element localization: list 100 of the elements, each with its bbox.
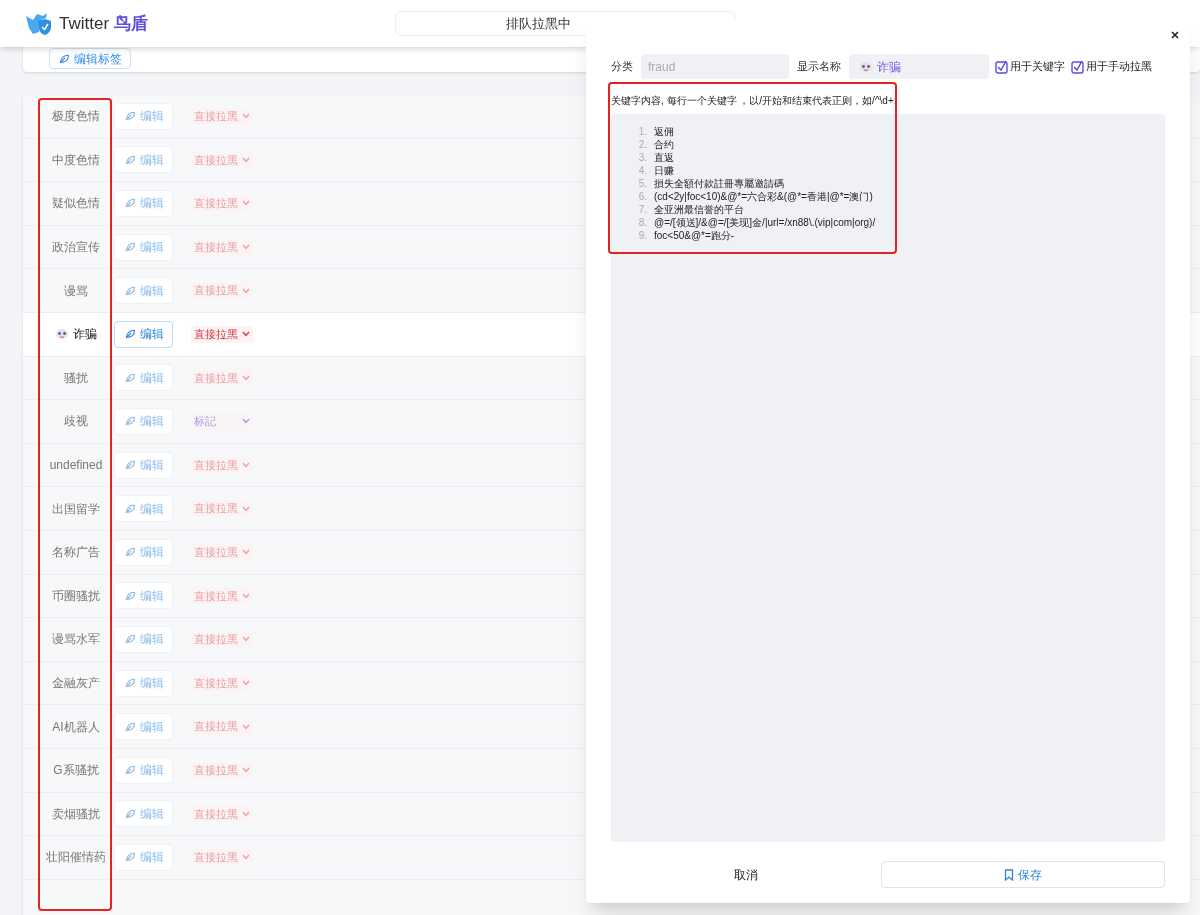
caret-icon [242,156,250,163]
leaf-icon [123,328,136,341]
edit-button[interactable]: 编辑 [114,146,173,174]
action-dropdown[interactable]: 直接拉黑 [191,107,253,125]
caret-icon [242,287,250,294]
action-dropdown[interactable]: 直接拉黑 [191,369,253,387]
edit-button[interactable]: 编辑 [114,233,173,261]
line-number: 9. [637,229,647,242]
leaf-icon [123,546,136,559]
leaf-icon [123,241,136,254]
action-dropdown[interactable]: 直接拉黑 [191,282,253,300]
leaf-icon [123,851,136,864]
edit-button[interactable]: 编辑 [114,190,173,217]
action-dropdown[interactable]: 标記 [191,412,253,430]
caret-icon [242,113,250,120]
edit-button[interactable]: 编辑 [114,102,173,130]
category-label: 疑似色情 [52,195,100,213]
action-dropdown[interactable]: 直接拉黑 [191,195,253,212]
leaf-icon [123,589,136,602]
category-label: 政治宣传 [52,239,100,257]
leaf-icon [123,110,136,123]
category-label: 谩骂水军 [52,631,100,649]
caret-icon [242,810,250,817]
edit-tags-button[interactable]: 编辑标签 [49,48,131,69]
action-dropdown[interactable]: 直接拉黑 [191,718,253,736]
leaf-icon [123,371,136,384]
checkbox[interactable] [995,59,1008,74]
action-dropdown[interactable]: 直接拉黑 [191,500,253,518]
keyword-line: 損失全額付款註冊專屬邀請碼 [654,177,784,190]
caret-icon [242,462,250,469]
leaf-icon [123,764,136,777]
edit-button[interactable]: 编辑 [114,625,173,653]
hint-text: 关键字内容, 每行一个关键字 ，以/开始和结束代表正则，如/^\d+: [611,94,898,108]
leaf-icon [123,153,136,166]
edit-button[interactable]: 编辑 [114,843,173,871]
edit-button[interactable]: 编辑 [114,407,173,435]
brand-name: Twitter [59,12,110,35]
category-input-field[interactable]: fraud [641,54,789,79]
keyword-line: foc<50&@*=跑分- [654,229,735,242]
leaf-icon [123,197,136,210]
caret-icon [242,331,250,338]
action-dropdown[interactable]: 直接拉黑 [191,543,253,561]
caret-icon [242,505,250,512]
edit-button[interactable]: 编辑 [114,495,173,523]
caret-icon [242,200,250,207]
keyword-line: 日赚 [654,164,674,177]
category-label: 出国留学 [52,500,100,518]
edit-button[interactable]: 编辑 [114,800,173,828]
action-dropdown[interactable]: 直接拉黑 [191,238,253,256]
edit-button[interactable]: 编辑 [114,538,173,566]
checkbox-label: 用于手动拉黑 [1086,59,1152,75]
caret-icon [242,723,250,730]
edit-button[interactable]: 编辑 [114,669,173,697]
caret-icon [242,244,250,251]
action-dropdown[interactable]: 直接拉黑 [191,805,253,823]
category-label: 币圈骚扰 [52,587,100,605]
action-dropdown[interactable]: 直接拉黑 [191,325,253,343]
action-dropdown[interactable]: 直接拉黑 [191,674,253,692]
caret-icon [242,636,250,643]
category-label: G系骚扰 [53,762,99,780]
leaf-icon [123,415,136,428]
category-label: 名称广告 [52,544,100,562]
field-label: 分类 [611,59,633,75]
category-label: undefined [49,457,103,475]
line-number: 4. [637,164,647,177]
keyword-line: (cd<2y|foc<10)&@*=六合彩&(@*=香港|@*=澳门) [654,190,873,203]
edit-button[interactable]: 编辑 [114,713,173,741]
edit-button[interactable]: 编辑 [114,451,173,479]
action-dropdown[interactable]: 直接拉黑 [191,630,253,648]
action-dropdown[interactable]: 直接拉黑 [191,587,253,605]
line-number: 1. [637,125,647,138]
action-dropdown[interactable]: 直接拉黑 [191,848,253,866]
category-label: 诈骗 [73,326,97,344]
keywords-textarea[interactable]: 1. 返佣 2. 合约 3. 直返 4. 日赚 5. 損失全額付款註冊專屬邀請碼 6. (cd<2y|foc<10)&@*=六合彩&(@*=香港|@*=澳门) 7. 全亚洲最信誉的平台 8. @=/[领送]/&@=/[美现]金/|url=/xn88\.(vip|com|org)/ 9. foc<50&@*=跑分- [611,114,1165,842]
keyword-line: 合约 [654,138,674,151]
category-label: 卖烟骚扰 [52,805,100,823]
action-dropdown[interactable]: 直接拉黑 [191,761,253,779]
caret-icon [242,374,250,381]
line-number: 7. [637,203,647,216]
caret-icon [242,418,250,425]
action-dropdown[interactable]: 直接拉黑 [191,456,253,474]
caret-icon [242,549,250,556]
edit-button[interactable]: 编辑 [114,277,173,305]
leaf-icon [123,459,136,472]
leaf-icon [123,677,136,689]
close-icon[interactable] [1169,29,1181,41]
edit-button[interactable]: 编辑 [114,756,173,784]
save-button[interactable]: 保存 [880,861,1165,888]
action-dropdown[interactable]: 直接拉黑 [191,151,253,169]
edit-button[interactable]: 编辑 [114,582,173,610]
bookmark-icon [1003,868,1014,881]
edit-button[interactable]: 编辑 [114,364,173,392]
cancel-button[interactable]: 取消 [611,861,881,888]
leaf-icon [123,633,136,646]
caret-icon [242,680,250,686]
edit-button[interactable]: 编辑 [114,320,173,348]
checkbox[interactable] [1071,59,1084,74]
display-name-field[interactable]: 诈骗 [849,54,989,79]
category-label: 中度色情 [52,151,100,169]
line-number: 6. [637,190,647,203]
